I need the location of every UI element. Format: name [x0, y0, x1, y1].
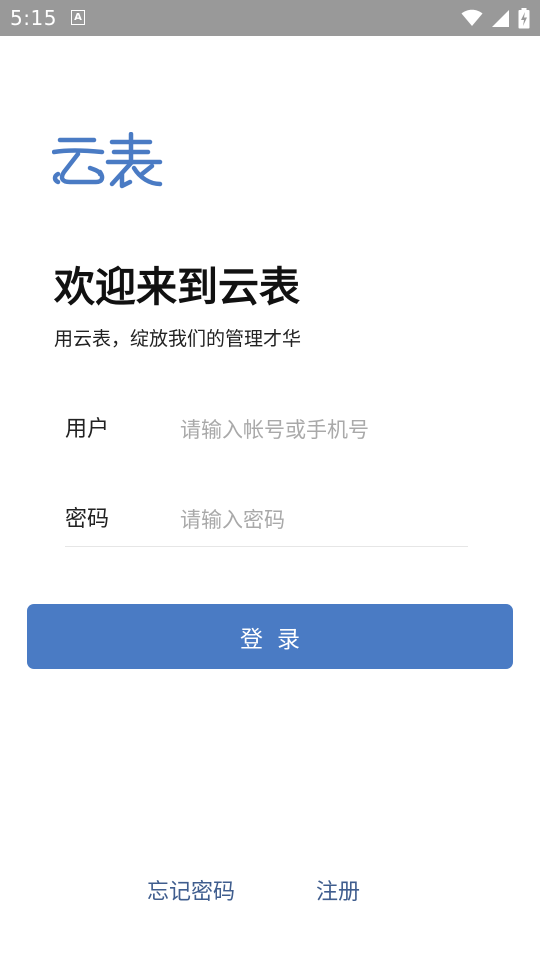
wifi-icon [461, 9, 483, 26]
password-row: 密码 [65, 491, 468, 547]
status-icons [461, 7, 530, 29]
signal-icon [492, 9, 509, 27]
login-button[interactable]: 登录 [27, 604, 513, 669]
password-label: 密码 [65, 507, 110, 532]
status-time: 5:15 [10, 6, 57, 30]
username-row: 用户 [65, 401, 468, 461]
welcome-title: 欢迎来到云表 [54, 263, 300, 311]
notification-a-icon: A [71, 10, 85, 25]
status-bar: 5:15 A [0, 0, 540, 36]
password-input[interactable] [180, 501, 468, 539]
username-label: 用户 [65, 417, 110, 442]
welcome-subtitle: 用云表，绽放我们的管理才华 [54, 328, 302, 350]
yunbiao-logo [52, 132, 163, 189]
username-input[interactable] [180, 411, 468, 449]
battery-charging-icon [518, 7, 530, 28]
forgot-password-link[interactable]: 忘记密码 [147, 878, 235, 908]
register-link[interactable]: 注册 [316, 878, 360, 908]
